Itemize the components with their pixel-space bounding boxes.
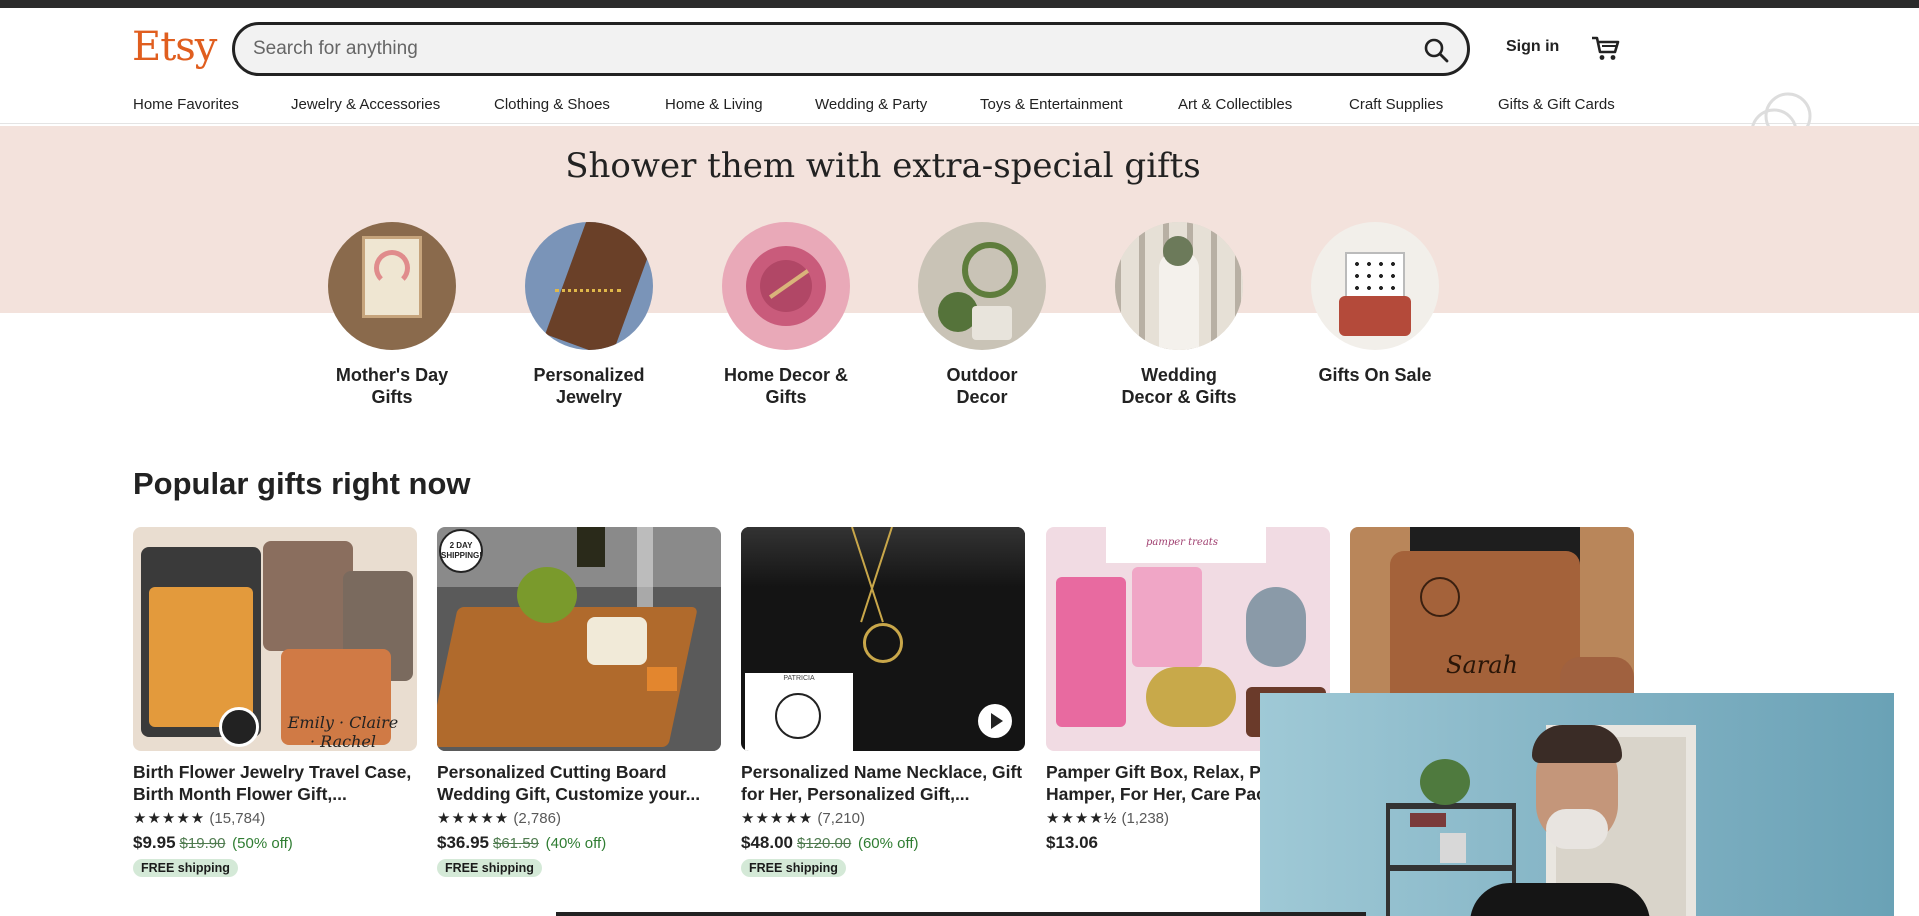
product-card[interactable]: Emily · Claire · Rachel Birth Flower Jew… <box>133 527 417 877</box>
category-label-line2: Decor <box>956 387 1008 407</box>
category-image[interactable] <box>328 222 456 350</box>
category-image[interactable] <box>1311 222 1439 350</box>
category-label-line1: Outdoor <box>946 365 1018 385</box>
product-image-text: Emily · Claire · Rachel <box>287 713 399 751</box>
free-shipping-badge: FREE shipping <box>133 859 238 877</box>
product-image[interactable]: Emily · Claire · Rachel <box>133 527 417 751</box>
product-image[interactable]: 2 DAY SHIPPING! <box>437 527 721 751</box>
discount-label: (40% off) <box>545 835 607 852</box>
category-circle-outdoor-decor[interactable]: Outdoor Decor <box>902 222 1062 408</box>
category-circle-gifts-on-sale[interactable]: Gifts On Sale <box>1295 222 1455 386</box>
product-title[interactable]: Personalized Cutting Board Wedding Gift,… <box>437 761 721 805</box>
product-price-row: $9.95 $19.90 (50% off) <box>133 833 417 853</box>
search-bar[interactable] <box>232 22 1470 76</box>
category-circle-personalized-jewelry[interactable]: Personalized Jewelry <box>509 222 669 408</box>
product-image-text: Sarah <box>1446 651 1518 679</box>
play-icon[interactable] <box>977 703 1013 739</box>
nav-item-toys-entertainment[interactable]: Toys & Entertainment <box>980 96 1123 113</box>
nav-item-gifts-gift-cards[interactable]: Gifts & Gift Cards <box>1498 96 1615 113</box>
product-title[interactable]: Birth Flower Jewelry Travel Case, Birth … <box>133 761 417 805</box>
product-rating: ★★★★★ (15,784) <box>133 809 417 829</box>
cart-icon[interactable] <box>1590 34 1620 62</box>
review-count: (2,786) <box>513 810 561 827</box>
review-count: (15,784) <box>209 810 266 827</box>
section-title: Popular gifts right now <box>133 466 471 501</box>
category-label-line1: Personalized <box>533 365 645 385</box>
nav-item-home-living[interactable]: Home & Living <box>665 96 763 113</box>
category-label-line1: Gifts On Sale <box>1318 365 1432 385</box>
search-input[interactable] <box>253 25 1403 73</box>
original-price: $61.59 <box>493 835 539 852</box>
category-label-line1: Wedding <box>1141 365 1217 385</box>
free-shipping-badge: FREE shipping <box>437 859 542 877</box>
nav-item-craft-supplies[interactable]: Craft Supplies <box>1349 96 1443 113</box>
nav-item-art-collectibles[interactable]: Art & Collectibles <box>1178 96 1292 113</box>
category-label-line1: Home Decor & <box>723 365 849 385</box>
product-card[interactable]: PATRICIA Personalized Name Necklace, Gif… <box>741 527 1025 877</box>
product-price: $13.06 <box>1046 833 1098 852</box>
review-count: (7,210) <box>817 810 865 827</box>
presenter-video-overlay <box>1260 693 1894 916</box>
product-price-row: $36.95 $61.59 (40% off) <box>437 833 721 853</box>
category-label-line2: Jewelry <box>555 387 623 407</box>
category-circle-wedding-decor[interactable]: Wedding Decor & Gifts <box>1099 222 1259 408</box>
discount-label: (60% off) <box>857 835 919 852</box>
category-circle-home-decor[interactable]: Home Decor & Gifts <box>706 222 866 408</box>
shipping-badge: 2 DAY SHIPPING! <box>439 529 483 573</box>
product-image-text: PATRICIA <box>783 675 815 682</box>
product-card[interactable]: 2 DAY SHIPPING! Personalized Cutting Boa… <box>437 527 721 877</box>
discount-label: (50% off) <box>232 835 293 852</box>
product-image[interactable]: PATRICIA <box>741 527 1025 751</box>
product-price: $9.95 <box>133 833 176 852</box>
category-image[interactable] <box>525 222 653 350</box>
star-rating-icon: ★★★★★ <box>741 810 814 827</box>
category-label: Home Decor & Gifts <box>706 364 866 408</box>
search-icon[interactable] <box>1423 37 1449 63</box>
category-label-line2: Gifts <box>765 387 807 407</box>
product-price: $48.00 <box>741 833 793 852</box>
category-circle-mothers-day[interactable]: Mother's Day Gifts <box>312 222 472 408</box>
review-count: (1,238) <box>1121 810 1170 827</box>
category-label: Gifts On Sale <box>1295 364 1455 386</box>
category-label-line2: Gifts <box>371 387 413 407</box>
product-rating: ★★★★★ (7,210) <box>741 809 1025 829</box>
nav-item-wedding-party[interactable]: Wedding & Party <box>815 96 927 113</box>
sign-in-link[interactable]: Sign in <box>1506 38 1559 56</box>
category-label: Mother's Day Gifts <box>312 364 472 408</box>
star-rating-icon: ★★★★½ <box>1046 810 1118 827</box>
category-image[interactable] <box>918 222 1046 350</box>
free-shipping-stamp <box>219 707 259 747</box>
video-progress-line <box>556 912 1366 916</box>
product-title[interactable]: Personalized Name Necklace, Gift for Her… <box>741 761 1025 805</box>
nav-item-jewelry-accessories[interactable]: Jewelry & Accessories <box>291 96 440 113</box>
category-label: Wedding Decor & Gifts <box>1099 364 1259 408</box>
category-label: Outdoor Decor <box>902 364 1062 408</box>
category-label-line2: Decor & Gifts <box>1121 387 1237 407</box>
product-price-row: $48.00 $120.00 (60% off) <box>741 833 1025 853</box>
nav-item-clothing-shoes[interactable]: Clothing & Shoes <box>494 96 610 113</box>
hero-title: Shower them with extra-special gifts <box>565 146 1201 186</box>
browser-top-strip <box>0 0 1919 8</box>
category-image[interactable] <box>1115 222 1243 350</box>
original-price: $120.00 <box>797 835 852 852</box>
nav-item-home-favorites[interactable]: Home Favorites <box>133 96 239 113</box>
star-rating-icon: ★★★★★ <box>133 810 206 827</box>
category-nav: Home Favorites Jewelry & Accessories Clo… <box>0 88 1919 124</box>
original-price: $19.90 <box>179 835 226 852</box>
star-rating-icon: ★★★★★ <box>437 810 510 827</box>
category-label: Personalized Jewelry <box>509 364 669 408</box>
site-header: Etsy Sign in <box>0 8 1919 82</box>
category-image[interactable] <box>722 222 850 350</box>
free-shipping-badge: FREE shipping <box>741 859 846 877</box>
category-label-line1: Mother's Day <box>335 365 449 385</box>
product-image-text: pamper treats <box>1146 537 1218 548</box>
product-rating: ★★★★★ (2,786) <box>437 809 721 829</box>
product-price: $36.95 <box>437 833 489 852</box>
etsy-logo[interactable]: Etsy <box>132 24 217 70</box>
